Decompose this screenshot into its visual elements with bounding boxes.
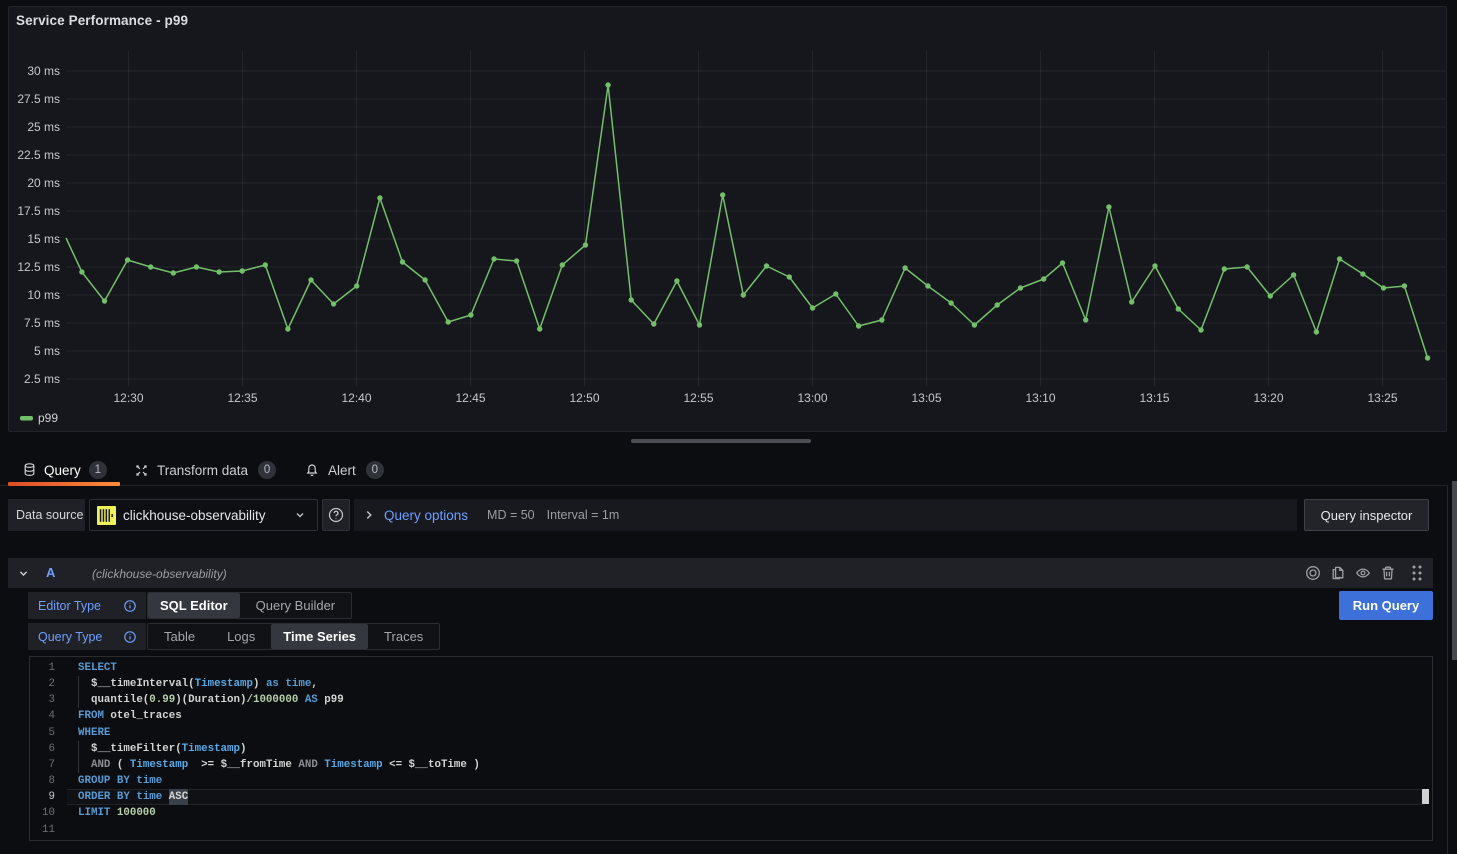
- svg-text:15 ms: 15 ms: [27, 232, 60, 246]
- svg-text:12:50: 12:50: [569, 391, 599, 405]
- svg-text:12:55: 12:55: [683, 391, 713, 405]
- svg-text:2.5 ms: 2.5 ms: [24, 372, 60, 386]
- svg-text:27.5 ms: 27.5 ms: [17, 92, 60, 106]
- svg-text:13:15: 13:15: [1139, 391, 1169, 405]
- svg-text:25 ms: 25 ms: [27, 120, 60, 134]
- svg-text:13:10: 13:10: [1025, 391, 1055, 405]
- svg-text:20 ms: 20 ms: [27, 176, 60, 190]
- svg-text:22.5 ms: 22.5 ms: [17, 148, 60, 162]
- svg-text:12:35: 12:35: [227, 391, 257, 405]
- svg-text:13:25: 13:25: [1367, 391, 1397, 405]
- svg-text:7.5 ms: 7.5 ms: [24, 316, 60, 330]
- svg-text:17.5 ms: 17.5 ms: [17, 204, 60, 218]
- svg-text:p99: p99: [38, 411, 58, 425]
- svg-text:12.5 ms: 12.5 ms: [17, 260, 60, 274]
- svg-text:13:05: 13:05: [911, 391, 941, 405]
- svg-text:13:00: 13:00: [797, 391, 827, 405]
- svg-text:5 ms: 5 ms: [34, 344, 60, 358]
- svg-text:30 ms: 30 ms: [27, 64, 60, 78]
- svg-text:12:45: 12:45: [455, 391, 485, 405]
- svg-text:13:20: 13:20: [1253, 391, 1283, 405]
- svg-text:10 ms: 10 ms: [27, 288, 60, 302]
- svg-text:12:30: 12:30: [113, 391, 143, 405]
- svg-text:12:40: 12:40: [341, 391, 371, 405]
